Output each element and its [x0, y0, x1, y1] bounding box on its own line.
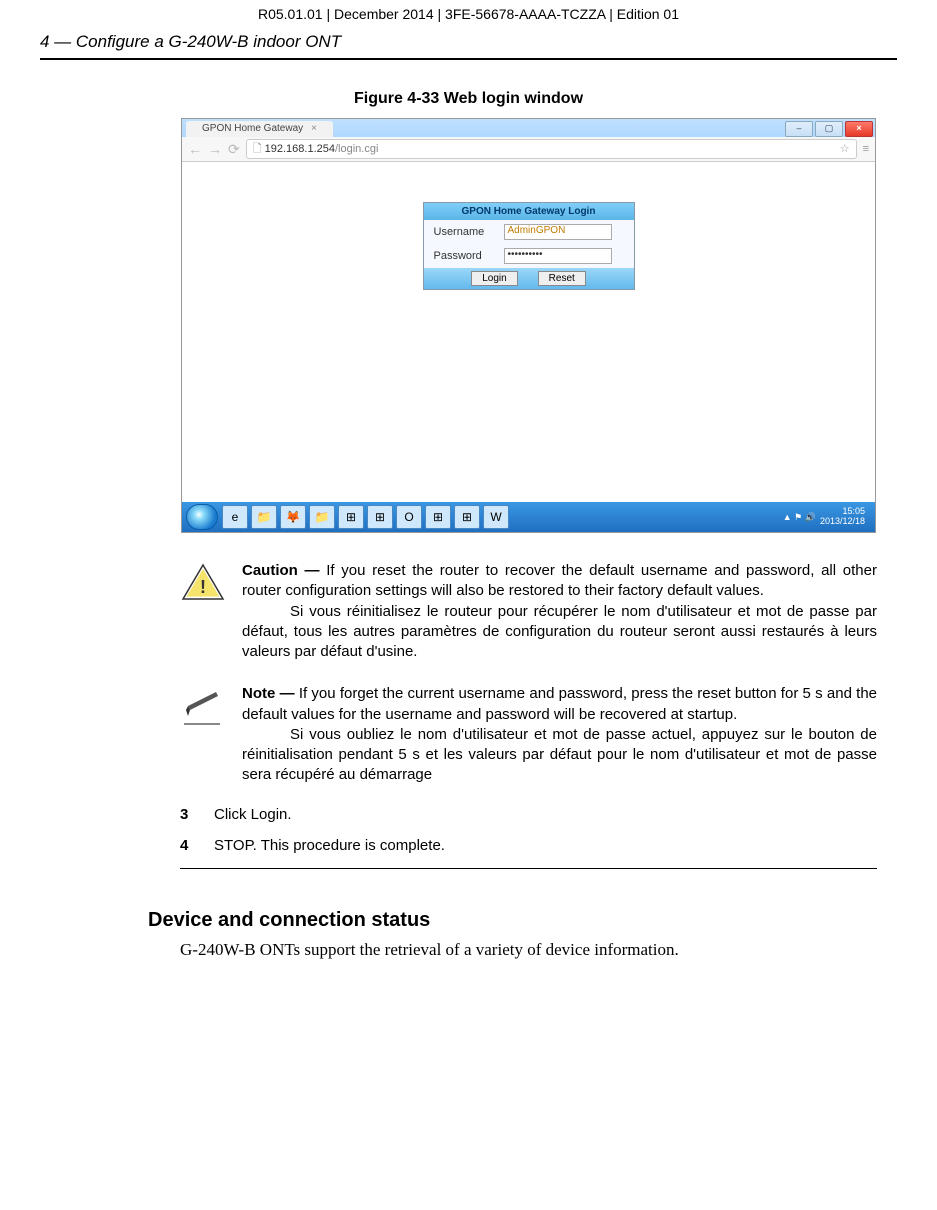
doc-header-line: R05.01.01 | December 2014 | 3FE-56678-AA… [40, 6, 897, 22]
url-field[interactable]: 🗋 192.168.1.254/login.cgi ☆ [246, 139, 857, 159]
reset-button[interactable]: Reset [538, 271, 586, 286]
step-number: 4 [180, 837, 214, 854]
login-box: GPON Home Gateway Login Username AdminGP… [423, 202, 635, 290]
note-lead: Note — [242, 685, 299, 702]
bookmark-star-icon[interactable]: ☆ [840, 140, 850, 158]
step-text: Click Login. [214, 806, 292, 823]
taskbar-icon[interactable]: ⊞ [454, 505, 480, 529]
url-path: /login.cgi [335, 143, 378, 155]
svg-text:!: ! [200, 577, 206, 597]
note-text-fr: Si vous oubliez le nom d'utilisateur et … [242, 725, 877, 786]
window-close-button[interactable]: × [845, 121, 873, 137]
start-button-icon[interactable] [186, 504, 218, 530]
password-input[interactable]: •••••••••• [504, 248, 612, 264]
note-block: Note — If you forget the current usernam… [180, 684, 877, 785]
reload-icon[interactable]: ⟳ [228, 141, 240, 158]
login-box-title: GPON Home Gateway Login [424, 203, 634, 220]
step-text: STOP. This procedure is complete. [214, 837, 445, 854]
browser-tab[interactable]: GPON Home Gateway × [186, 121, 333, 137]
caution-block: ! Caution — If you reset the router to r… [180, 561, 877, 662]
nav-forward-icon[interactable]: → [208, 141, 222, 157]
window-maximize-button[interactable]: ▢ [815, 121, 843, 137]
taskbar-icon[interactable]: 🦊 [280, 505, 306, 529]
tab-close-icon[interactable]: × [311, 122, 317, 136]
caution-text-fr: Si vous réinitialisez le routeur pour ré… [242, 602, 877, 663]
taskbar-icon[interactable]: 📁 [309, 505, 335, 529]
nav-back-icon[interactable]: ← [188, 141, 202, 157]
section-title: 4 — Configure a G-240W-B indoor ONT [40, 32, 897, 60]
embedded-screenshot: GPON Home Gateway × – ▢ × ← → ⟳ 🗋 192.16… [181, 118, 876, 533]
taskbar-icon[interactable]: 📁 [251, 505, 277, 529]
browser-menu-icon[interactable]: ≡ [863, 143, 869, 155]
window-minimize-button[interactable]: – [785, 121, 813, 137]
note-icon [180, 684, 226, 785]
subsection-body: G-240W-B ONTs support the retrieval of a… [180, 940, 877, 960]
system-clock[interactable]: 15:05 2013/12/18 [820, 507, 865, 527]
step-3: 3 Click Login. [180, 806, 877, 823]
taskbar-icon[interactable]: ⊞ [367, 505, 393, 529]
step-number: 3 [180, 806, 214, 823]
caution-icon: ! [180, 561, 226, 662]
url-host: 192.168.1.254 [265, 143, 335, 155]
browser-viewport: GPON Home Gateway Login Username AdminGP… [182, 162, 875, 502]
taskbar-icon[interactable]: O [396, 505, 422, 529]
end-rule [180, 868, 877, 869]
taskbar-icon[interactable]: ⊞ [425, 505, 451, 529]
figure-caption: Figure 4-33 Web login window [40, 90, 897, 108]
caution-text-en: If you reset the router to recover the d… [242, 562, 877, 599]
subsection-heading: Device and connection status [148, 909, 877, 932]
username-input[interactable]: AdminGPON [504, 224, 612, 240]
browser-address-bar: ← → ⟳ 🗋 192.168.1.254/login.cgi ☆ ≡ [182, 137, 875, 162]
login-button[interactable]: Login [471, 271, 517, 286]
caution-lead: Caution — [242, 562, 326, 579]
windows-taskbar: e 📁 🦊 📁 ⊞ ⊞ O ⊞ ⊞ W ▲ ⚑ 🔊 15:05 2013/12/… [182, 502, 875, 532]
clock-date: 2013/12/18 [820, 517, 865, 527]
step-4: 4 STOP. This procedure is complete. [180, 837, 877, 854]
taskbar-icon[interactable]: ⊞ [338, 505, 364, 529]
tab-title: GPON Home Gateway [202, 122, 303, 136]
taskbar-icon[interactable]: W [483, 505, 509, 529]
taskbar-icon[interactable]: e [222, 505, 248, 529]
password-label: Password [434, 250, 504, 262]
systray-icons[interactable]: ▲ ⚑ 🔊 [783, 512, 816, 523]
browser-titlebar: GPON Home Gateway × – ▢ × [182, 119, 875, 137]
note-text-en: If you forget the current username and p… [242, 685, 877, 722]
username-label: Username [434, 226, 504, 238]
